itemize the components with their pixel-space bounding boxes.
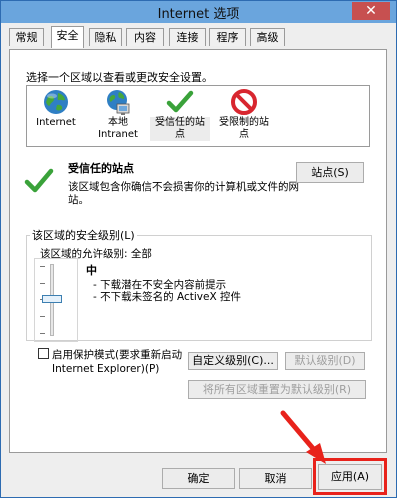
tab-general[interactable]: 常规: [9, 28, 44, 46]
selected-zone-description: 该区域包含你确信不会损害你的计算机或文件的网站。: [68, 181, 299, 206]
protected-mode-label-line1: 启用保护模式(要求重新启动: [52, 349, 183, 361]
protected-mode-label: 启用保护模式(要求重新启动 Internet Explorer)(P): [52, 348, 182, 376]
local-intranet-icon: [104, 88, 132, 116]
slider-tick: [40, 316, 45, 317]
security-level-legend: 该区域的安全级别(L): [30, 227, 137, 243]
tab-content[interactable]: 内容: [126, 28, 164, 46]
zone-trusted-label-2: 点: [150, 129, 210, 141]
security-slider-thumb[interactable]: [42, 295, 62, 303]
zone-restricted-sites[interactable]: 受限制的站 点: [214, 88, 274, 141]
security-level-description: - 下载潜在不安全内容前提示 - 不下载未签名的 ActiveX 控件: [93, 279, 241, 303]
close-button[interactable]: ✕: [352, 2, 390, 20]
selected-zone-check-icon: [24, 166, 54, 196]
default-level-button[interactable]: 默认级别(D): [285, 352, 365, 370]
window-title: Internet 选项: [157, 7, 240, 22]
globe-icon: [42, 88, 70, 116]
tab-connections[interactable]: 连接: [169, 28, 206, 46]
tab-privacy[interactable]: 隐私: [89, 28, 122, 46]
level-bullet: - 下载潜在不安全内容前提示: [93, 279, 227, 291]
slider-tick: [40, 266, 45, 267]
trusted-check-icon: [166, 88, 194, 116]
zone-trusted-sites[interactable]: 受信任的站 点: [150, 88, 210, 141]
zone-internet-label: Internet: [36, 117, 76, 128]
cancel-button[interactable]: 取消: [239, 468, 312, 489]
tab-advanced[interactable]: 高级: [250, 28, 285, 46]
zone-local-intranet-label-1: 本地: [108, 117, 128, 128]
zone-internet[interactable]: Internet: [26, 88, 86, 129]
protected-mode-label-line2: Internet Explorer)(P): [52, 363, 160, 375]
tab-security[interactable]: 安全: [51, 26, 84, 48]
apply-highlight-box: [313, 458, 387, 495]
zone-instruction: 选择一个区域以查看或更改安全设置。: [26, 71, 213, 84]
sites-button[interactable]: 站点(S): [296, 162, 364, 183]
zone-restricted-label-2: 点: [239, 129, 249, 140]
slider-tick: [40, 333, 45, 334]
tab-programs[interactable]: 程序: [209, 28, 246, 46]
protected-mode-checkbox[interactable]: [38, 348, 49, 359]
selected-zone-title: 受信任的站点: [68, 162, 134, 175]
zone-local-intranet-label-2: Intranet: [98, 129, 138, 140]
zone-restricted-label-1: 受限制的站: [219, 117, 269, 128]
zone-trusted-label-1: 受信任的站: [150, 117, 210, 129]
security-level-name: 中: [86, 264, 97, 277]
reset-all-zones-button[interactable]: 将所有区域重置为默认级别(R): [188, 380, 366, 399]
zone-local-intranet[interactable]: 本地 Intranet: [88, 88, 148, 141]
level-bullet: - 不下载未签名的 ActiveX 控件: [93, 291, 241, 303]
slider-tick: [40, 283, 45, 284]
custom-level-button[interactable]: 自定义级别(C)...: [188, 352, 278, 370]
restricted-icon: [230, 88, 258, 116]
title-bar[interactable]: Internet 选项 ✕: [1, 1, 396, 23]
ok-button[interactable]: 确定: [162, 468, 235, 489]
